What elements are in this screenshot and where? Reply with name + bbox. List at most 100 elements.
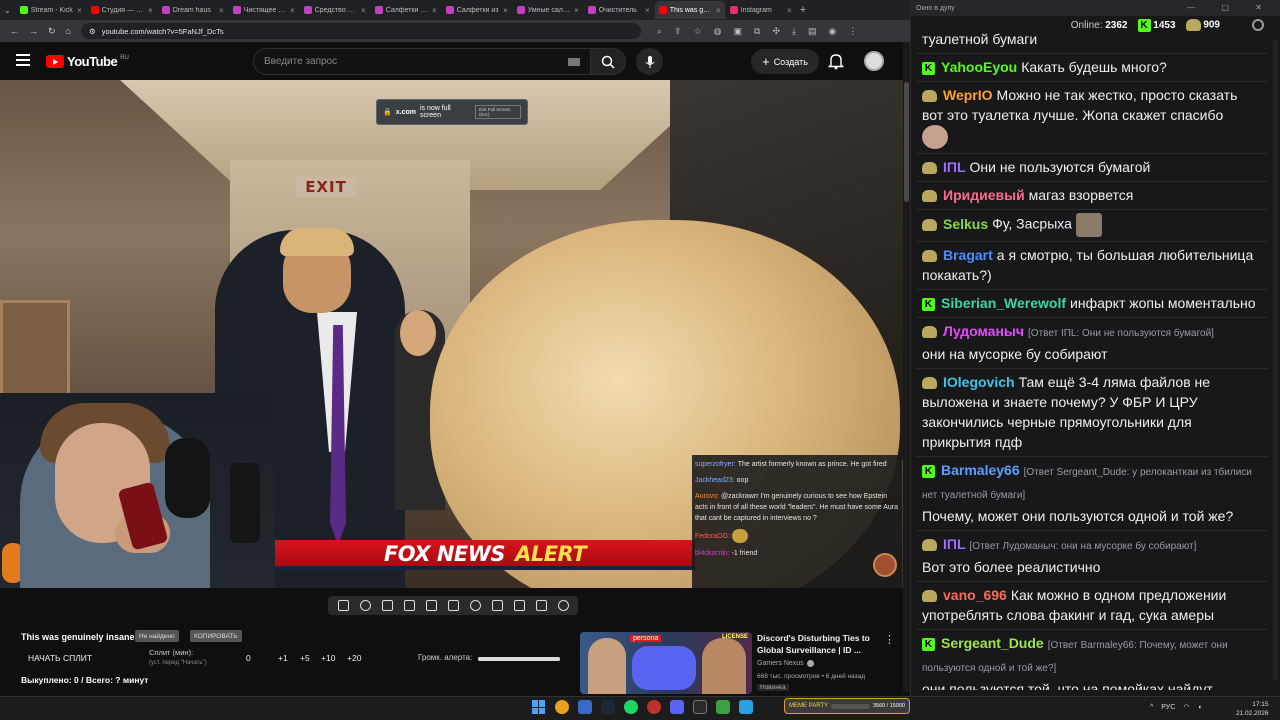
chat-username[interactable]: WeprIO: [943, 87, 993, 103]
recommended-channel[interactable]: Gamers Nexus: [757, 660, 814, 667]
add-1-button[interactable]: +1: [278, 653, 288, 663]
cinema-icon[interactable]: [447, 600, 459, 611]
notifications-button[interactable]: [827, 52, 846, 70]
chat-username[interactable]: Bragart: [943, 247, 993, 263]
browser-tab[interactable]: Салфетки для ×: [371, 1, 441, 19]
chat-username[interactable]: Barmaley66: [941, 462, 1020, 478]
new-tab-button[interactable]: +: [800, 4, 806, 16]
spotify-icon[interactable]: [624, 700, 638, 714]
bookmark-star-icon[interactable]: ☆: [694, 26, 702, 37]
flask-icon[interactable]: [535, 600, 547, 611]
loop-icon[interactable]: [337, 600, 349, 611]
browser-tab[interactable]: Салфетки из ×: [442, 1, 512, 19]
chrome-icon[interactable]: [555, 700, 569, 714]
browser-tab[interactable]: Чистящее средство×: [229, 1, 299, 19]
discord-icon[interactable]: [670, 700, 684, 714]
audio-icon[interactable]: [359, 600, 371, 611]
tab-close-icon[interactable]: ×: [290, 6, 295, 15]
browser-tab[interactable]: Студия — YouTube×: [87, 1, 157, 19]
copy-button[interactable]: КОПИРОВАТЬ: [190, 630, 242, 642]
tray-chevron-icon[interactable]: ^: [1150, 704, 1153, 711]
recommended-video-title[interactable]: Discord's Disturbing Ties to Global Surv…: [757, 632, 877, 656]
share-icon[interactable]: ⇪: [674, 26, 682, 37]
browser-tab[interactable]: Очиститель ×: [584, 1, 654, 19]
obs-icon[interactable]: [647, 700, 661, 714]
meme-party-widget[interactable]: MEME PARTY 3560 / 15000: [784, 698, 910, 714]
chat-username[interactable]: Лудоманыч: [943, 323, 1024, 339]
language-indicator[interactable]: РУС: [1161, 704, 1175, 711]
add-20-button[interactable]: +20: [347, 653, 361, 663]
more-options-icon[interactable]: ⋮: [884, 633, 895, 646]
browser-tab[interactable]: Dream haus ×: [158, 1, 228, 19]
tab-close-icon[interactable]: ×: [77, 6, 82, 15]
chat-username[interactable]: vano_696: [943, 587, 1007, 603]
home-icon[interactable]: ⌂: [66, 26, 71, 36]
keyboard-icon[interactable]: [568, 58, 580, 66]
windows-start-icon[interactable]: [532, 700, 546, 714]
browser-tab[interactable]: Средство для ×: [300, 1, 370, 19]
chat-window-controls[interactable]: — ▢ ✕: [1187, 3, 1274, 12]
telegram-icon[interactable]: [739, 700, 753, 714]
page-scrollbar-thumb[interactable]: [904, 82, 909, 202]
exit-fullscreen-button[interactable]: Exit Full Screen (Esc): [475, 105, 521, 119]
chat-username[interactable]: Selkus: [943, 216, 988, 232]
reload-icon[interactable]: ↻: [48, 26, 56, 37]
tab-close-icon[interactable]: ×: [219, 6, 224, 15]
camera-icon[interactable]: [513, 600, 525, 611]
extension-icon-2[interactable]: ▣: [734, 26, 743, 37]
tab-close-icon[interactable]: ×: [432, 6, 437, 15]
screenshot-icon[interactable]: [381, 600, 393, 611]
voice-search-button[interactable]: [636, 48, 663, 75]
search-button[interactable]: [590, 48, 626, 75]
hamburger-menu-icon[interactable]: [16, 54, 30, 69]
zoom-icon[interactable]: ⌕: [657, 26, 662, 37]
download-icon[interactable]: ⤓: [792, 26, 796, 37]
tab-close-icon[interactable]: ×: [148, 6, 153, 15]
browser-tab[interactable]: Умные салфетки×: [513, 1, 583, 19]
recommended-video-thumbnail[interactable]: persona LICENSE: [580, 632, 752, 694]
chat-username[interactable]: Иридиевый: [943, 187, 1025, 203]
wifi-icon[interactable]: ◠: [1183, 703, 1189, 711]
start-split-button[interactable]: НАЧАТЬ СПЛИТ: [28, 653, 92, 663]
chat-scrollbar[interactable]: [1273, 40, 1278, 680]
extension-icon-3[interactable]: ⧉: [754, 26, 760, 37]
settings-gear-icon[interactable]: [557, 600, 569, 611]
film-icon[interactable]: [403, 600, 415, 611]
browser-tab[interactable]: Stream - Kick ×: [16, 1, 86, 19]
video-player[interactable]: EXIT 🔒 x.com is now full screen Exit Ful…: [0, 80, 903, 588]
user-avatar[interactable]: [864, 51, 884, 71]
add-5-button[interactable]: +5: [300, 653, 310, 663]
add-10-button[interactable]: +10: [321, 653, 335, 663]
chat-username[interactable]: IПL: [943, 536, 966, 552]
not-found-button[interactable]: Не найдено: [135, 630, 179, 642]
profile-icon[interactable]: ◉: [829, 26, 837, 37]
chat-username[interactable]: Siberian_Werewolf: [941, 295, 1066, 311]
tab-close-icon[interactable]: ×: [716, 6, 721, 15]
browser-tab[interactable]: Instagram ×: [726, 1, 796, 19]
back-icon[interactable]: ←: [10, 26, 19, 36]
sidebar-icon[interactable]: ▤: [808, 26, 817, 37]
steam-icon[interactable]: [601, 700, 615, 714]
volume-icon[interactable]: ◖: [1197, 704, 1201, 711]
add-box-icon[interactable]: [491, 600, 503, 611]
app-icon-green[interactable]: [716, 700, 730, 714]
youtube-logo[interactable]: YouTube RU: [46, 54, 129, 69]
speed-icon[interactable]: [469, 600, 481, 611]
taskbar-clock[interactable]: 17:15 21.02.2026: [1236, 700, 1269, 718]
chat-username[interactable]: Sergeant_Dude: [941, 635, 1044, 651]
url-field[interactable]: ⚙ youtube.com/watch?v=5FaNJf_DcTs: [80, 23, 641, 39]
tab-search-icon[interactable]: ⌄: [4, 6, 11, 15]
site-info-icon[interactable]: ⚙: [89, 27, 96, 36]
tab-close-icon[interactable]: ×: [787, 6, 792, 15]
search-input[interactable]: Введите запрос: [253, 48, 591, 75]
chat-username[interactable]: IПL: [943, 159, 966, 175]
browser-tab[interactable]: This was genuinely×: [654, 1, 725, 19]
menu-dots-icon[interactable]: ⋮: [848, 26, 857, 37]
tab-close-icon[interactable]: ×: [645, 6, 650, 15]
app-icon-blue[interactable]: [578, 700, 592, 714]
extension-icon[interactable]: ◍: [714, 26, 722, 37]
create-button[interactable]: + Создать: [751, 49, 819, 74]
chat-username[interactable]: IOlegovich: [943, 374, 1015, 390]
chat-username[interactable]: YahooEyou: [941, 59, 1017, 75]
pip-icon[interactable]: [425, 600, 437, 611]
